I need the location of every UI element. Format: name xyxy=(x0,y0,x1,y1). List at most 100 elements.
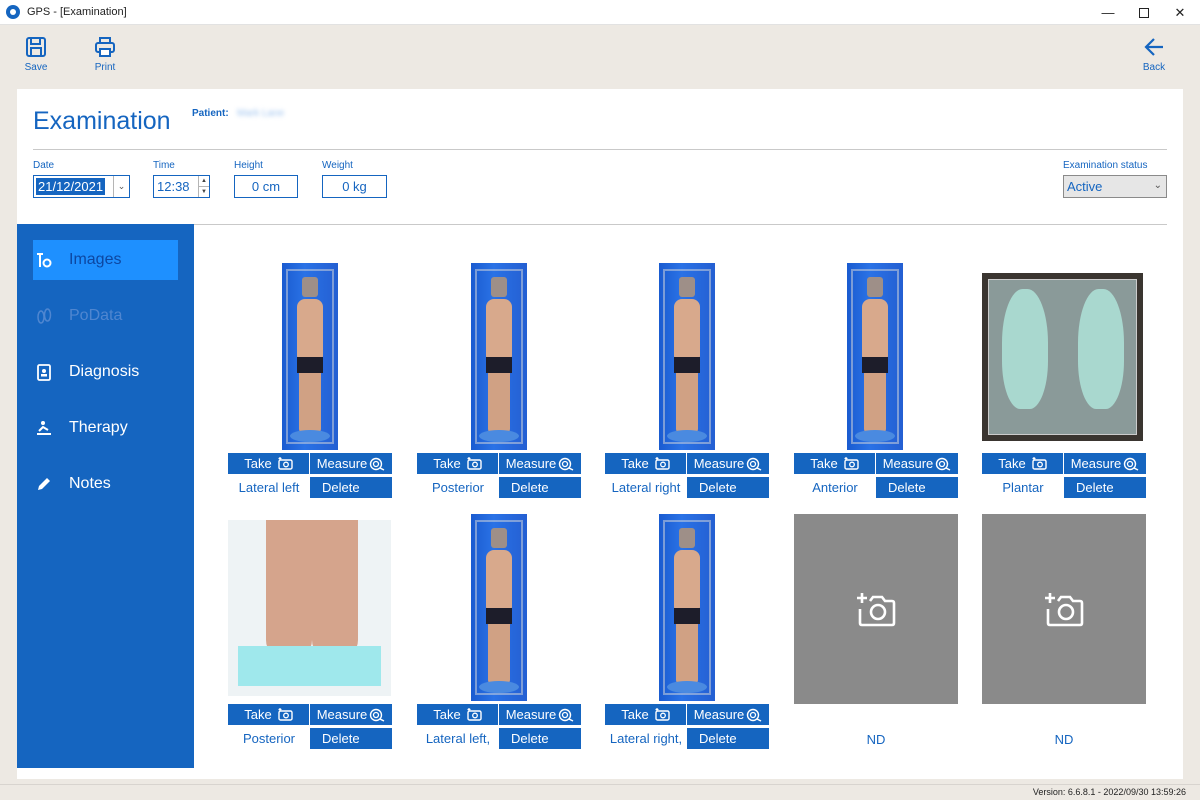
camera-add-icon xyxy=(844,457,859,470)
measure-icon xyxy=(558,708,574,722)
take-button[interactable]: Take xyxy=(228,704,310,725)
view-label: Lateral right xyxy=(611,480,681,495)
measure-icon xyxy=(369,708,385,722)
close-window-button[interactable]: ✕ xyxy=(1160,0,1200,25)
measure-icon xyxy=(746,457,762,471)
measure-button[interactable]: Measure xyxy=(310,453,392,474)
measure-button[interactable]: Measure xyxy=(687,453,769,474)
height-label: Height xyxy=(234,160,263,171)
take-button[interactable]: Take xyxy=(417,704,499,725)
sidebar-item-diagnosis[interactable]: Diagnosis xyxy=(33,352,178,392)
camera-add-icon xyxy=(278,457,293,470)
image-thumbnail[interactable] xyxy=(471,263,527,450)
title-bar: GPS - [Examination] — ✕ xyxy=(0,0,1200,25)
measure-icon xyxy=(558,457,574,471)
patient-name: Mark Lane xyxy=(237,108,285,119)
view-label: ND xyxy=(866,732,886,747)
camera-add-icon xyxy=(857,593,896,627)
take-button[interactable]: Take xyxy=(794,453,876,474)
take-button[interactable]: Take xyxy=(228,453,310,474)
therapy-icon xyxy=(35,419,53,437)
measure-button[interactable]: Measure xyxy=(687,704,769,725)
save-button[interactable]: Save xyxy=(16,36,56,73)
camera-add-icon xyxy=(467,708,482,721)
delete-button[interactable]: Delete xyxy=(687,728,769,749)
spin-up-icon[interactable]: ▲ xyxy=(199,176,209,187)
delete-button[interactable]: Delete xyxy=(310,477,392,498)
delete-button[interactable]: Delete xyxy=(687,477,769,498)
minimize-button[interactable]: — xyxy=(1088,0,1128,25)
delete-button[interactable]: Delete xyxy=(876,477,958,498)
image-thumbnail[interactable] xyxy=(659,514,715,701)
printer-icon xyxy=(95,37,115,57)
time-label: Time xyxy=(153,160,175,171)
sidebar-item-podata[interactable]: PoData xyxy=(33,296,178,336)
pencil-icon xyxy=(35,475,53,493)
sidebar-item-label: Therapy xyxy=(69,419,128,436)
view-label: Lateral left xyxy=(238,480,300,495)
time-input[interactable]: 12:38 ▲ ▼ xyxy=(153,175,210,198)
maximize-button[interactable] xyxy=(1124,0,1164,25)
sidebar-item-therapy[interactable]: Therapy xyxy=(33,408,178,448)
spin-down-icon[interactable]: ▼ xyxy=(199,187,209,197)
view-label: Posterior xyxy=(431,480,485,495)
height-input[interactable]: 0 cm xyxy=(234,175,298,198)
camera-add-icon xyxy=(1032,457,1047,470)
measure-button[interactable]: Measure xyxy=(1064,453,1146,474)
add-image-button[interactable] xyxy=(982,514,1146,704)
posture-icon xyxy=(35,251,53,269)
measure-icon xyxy=(935,457,951,471)
measure-icon xyxy=(746,708,762,722)
delete-button[interactable]: Delete xyxy=(1064,477,1146,498)
chevron-down-icon: ⌄ xyxy=(1153,180,1162,191)
page-title: Examination xyxy=(33,107,171,135)
sidebar: Images PoData Diagnosis Therapy Notes xyxy=(17,224,194,768)
view-label: Lateral right, xyxy=(609,731,683,746)
time-spinner[interactable]: ▲ ▼ xyxy=(198,176,209,197)
version-text: Version: 6.6.8.1 - 2022/09/30 13:59:26 xyxy=(1032,787,1186,797)
camera-add-icon xyxy=(1045,593,1084,627)
print-label: Print xyxy=(94,62,116,73)
sidebar-item-notes[interactable]: Notes xyxy=(33,464,178,504)
image-thumbnail[interactable] xyxy=(659,263,715,450)
save-label: Save xyxy=(24,62,48,73)
date-label: Date xyxy=(33,160,55,171)
maximize-icon xyxy=(1139,7,1149,18)
delete-button[interactable]: Delete xyxy=(499,477,581,498)
footprint-icon xyxy=(35,307,53,325)
take-button[interactable]: Take xyxy=(605,453,687,474)
measure-button[interactable]: Measure xyxy=(499,704,581,725)
image-thumbnail[interactable] xyxy=(228,520,391,696)
status-value: Active xyxy=(1067,179,1103,194)
camera-add-icon xyxy=(278,708,293,721)
add-image-button[interactable] xyxy=(794,514,958,704)
time-value: 12:38 xyxy=(157,179,190,194)
delete-button[interactable]: Delete xyxy=(310,728,392,749)
date-picker[interactable]: 21/12/2021 ⌄ xyxy=(33,175,130,198)
image-thumbnail[interactable] xyxy=(847,263,903,450)
app-logo-icon xyxy=(6,5,20,19)
take-button[interactable]: Take xyxy=(417,453,499,474)
image-thumbnail[interactable] xyxy=(982,273,1143,441)
measure-button[interactable]: Measure xyxy=(499,453,581,474)
print-button[interactable]: Print xyxy=(85,36,125,73)
delete-button[interactable]: Delete xyxy=(499,728,581,749)
patient-label: Patient: xyxy=(192,108,229,119)
status-select[interactable]: Active ⌄ xyxy=(1063,175,1167,198)
sidebar-item-label: Diagnosis xyxy=(69,363,140,380)
camera-add-icon xyxy=(655,708,670,721)
take-button[interactable]: Take xyxy=(982,453,1064,474)
chevron-down-icon[interactable]: ⌄ xyxy=(113,176,129,197)
measure-button[interactable]: Measure xyxy=(310,704,392,725)
sidebar-item-images[interactable]: Images xyxy=(33,240,178,280)
clipboard-icon xyxy=(35,363,53,381)
image-thumbnail[interactable] xyxy=(471,514,527,701)
image-thumbnail[interactable] xyxy=(282,263,338,450)
back-button[interactable]: Back xyxy=(1134,36,1174,73)
take-button[interactable]: Take xyxy=(605,704,687,725)
weight-input[interactable]: 0 kg xyxy=(322,175,387,198)
measure-icon xyxy=(369,457,385,471)
divider xyxy=(33,149,1167,150)
camera-add-icon xyxy=(467,457,482,470)
measure-button[interactable]: Measure xyxy=(876,453,958,474)
